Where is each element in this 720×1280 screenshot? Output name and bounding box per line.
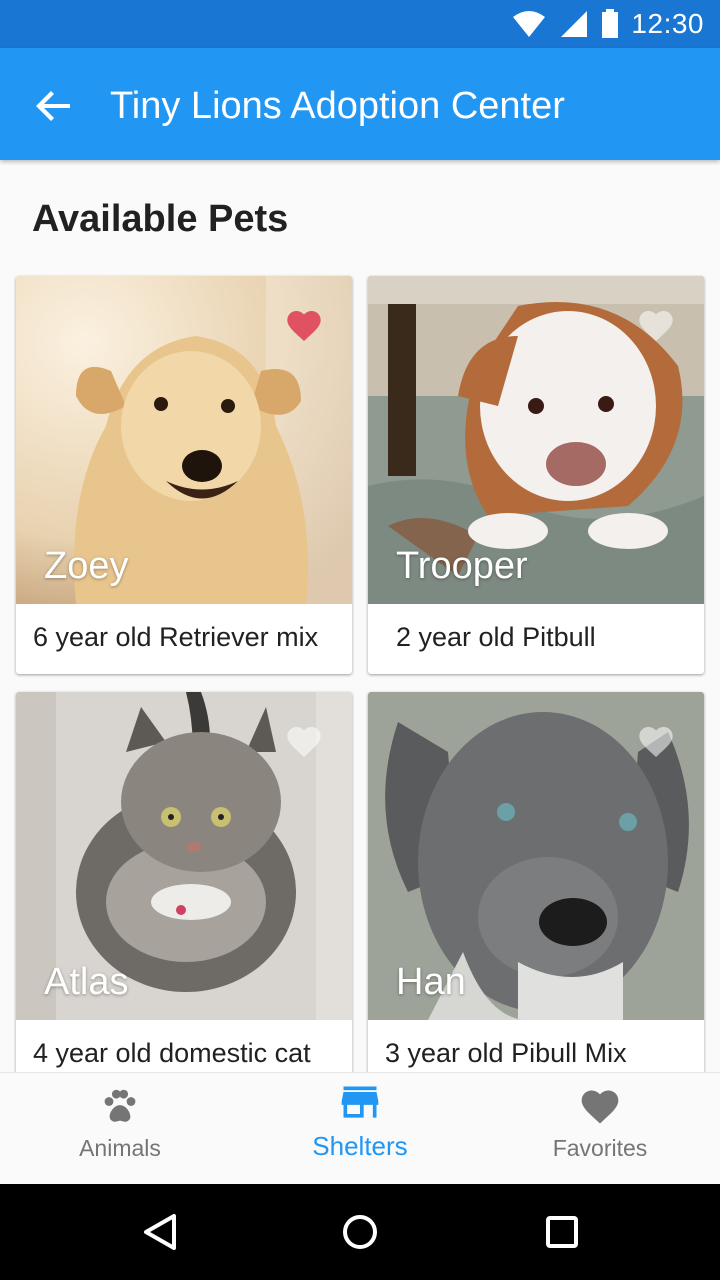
heart-icon <box>581 1090 619 1124</box>
back-button[interactable] <box>32 84 76 128</box>
wifi-icon <box>513 11 546 37</box>
favorite-toggle[interactable] <box>284 306 324 346</box>
system-back-button[interactable] <box>136 1208 184 1256</box>
pet-card-han[interactable]: Han 3 year old Pibull Mix <box>368 692 704 1072</box>
store-icon <box>341 1086 379 1118</box>
clock: 12:30 <box>631 8 704 39</box>
section-title: Available Pets <box>32 198 289 240</box>
pet-name: Zoey <box>44 545 129 587</box>
favorite-toggle[interactable] <box>636 722 676 762</box>
system-recents-button[interactable] <box>538 1208 586 1256</box>
favorite-toggle[interactable] <box>636 306 676 346</box>
pet-name: Atlas <box>44 961 129 1003</box>
arrow-back-icon <box>36 91 70 121</box>
pet-card-trooper[interactable]: Trooper 2 year old Pitbull <box>368 276 704 674</box>
app-title: Tiny Lions Adoption Center <box>110 85 565 127</box>
favorite-toggle[interactable] <box>284 722 324 762</box>
nav-item-animals[interactable]: Animals <box>0 1073 240 1185</box>
signal-icon <box>561 11 588 37</box>
recents-square-icon <box>546 1216 578 1248</box>
paw-icon <box>104 1089 136 1122</box>
pet-description: 4 year old domestic cat <box>33 1038 311 1068</box>
nav-label: Shelters <box>312 1131 408 1161</box>
pet-card-zoey[interactable]: Zoey 6 year old Retriever mix <box>16 276 352 674</box>
nav-item-shelters[interactable]: Shelters <box>240 1073 480 1185</box>
status-bar: 12:30 <box>0 0 720 48</box>
pet-photo: Atlas <box>16 692 352 1020</box>
pet-photo: Zoey <box>16 276 352 604</box>
pet-name: Han <box>396 961 466 1003</box>
heart-icon <box>287 311 321 341</box>
nav-label: Animals <box>79 1135 161 1161</box>
pet-name: Trooper <box>396 545 528 587</box>
pet-description: 6 year old Retriever mix <box>33 622 319 652</box>
nav-label: Favorites <box>552 1135 648 1161</box>
heart-outline-icon <box>639 311 673 341</box>
bottom-navigation: Animals Shelters Favorites <box>0 1072 720 1185</box>
system-home-button[interactable] <box>336 1208 384 1256</box>
nav-item-favorites[interactable]: Favorites <box>480 1073 720 1185</box>
home-circle-icon <box>343 1215 377 1249</box>
pet-photo: Trooper <box>368 276 704 604</box>
pet-photo: Han <box>368 692 704 1020</box>
system-navigation-bar <box>0 1184 720 1280</box>
pet-card-atlas[interactable]: Atlas 4 year old domestic cat <box>16 692 352 1072</box>
pet-list[interactable]: Available Pets Zoey 6 year old Retriever… <box>0 160 720 1072</box>
app-bar: Tiny Lions Adoption Center <box>0 48 720 160</box>
pet-description: 3 year old Pibull Mix <box>385 1038 627 1068</box>
heart-outline-icon <box>639 727 673 757</box>
heart-outline-icon <box>287 727 321 757</box>
back-triangle-icon <box>144 1214 176 1250</box>
pet-description: 2 year old Pitbull <box>396 622 596 652</box>
battery-icon <box>602 9 619 38</box>
